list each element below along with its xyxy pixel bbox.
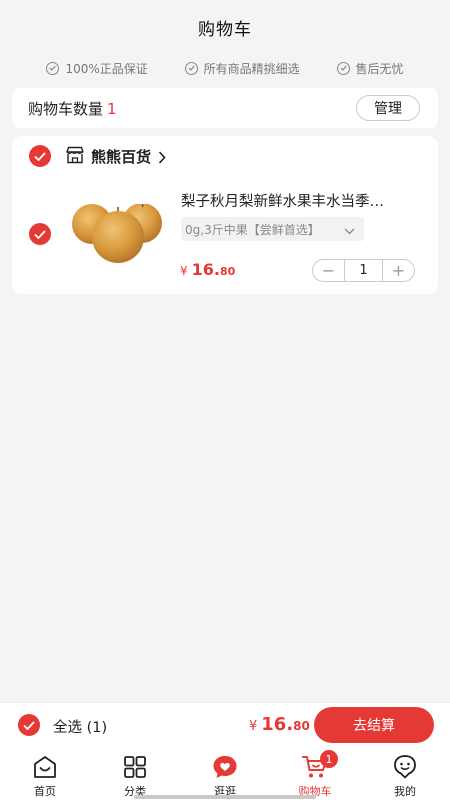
total-decimal: 80 xyxy=(293,719,310,733)
profile-icon xyxy=(391,754,419,780)
home-icon xyxy=(31,754,59,780)
checkout-button[interactable]: 去结算 xyxy=(314,707,434,743)
tab-label: 我的 xyxy=(394,785,416,798)
cart-count-bar: 购物车数量 1 管理 xyxy=(12,88,438,128)
chevron-right-icon[interactable] xyxy=(158,149,166,168)
guarantee-label: 所有商品精挑细选 xyxy=(203,61,300,76)
guarantee-strip: 100%正品保证 所有商品精挑细选 售后无忧 xyxy=(0,56,450,80)
category-grid-icon xyxy=(121,754,149,780)
guarantee-label: 售后无忧 xyxy=(355,61,404,76)
tab-home[interactable]: 首页 xyxy=(0,746,90,800)
page-title: 购物车 xyxy=(198,19,252,40)
guarantee-item-authentic: 100%正品保证 xyxy=(46,60,148,77)
total-integer: 16. xyxy=(261,714,294,735)
item-price: ¥16. 80 xyxy=(180,260,235,279)
cart-count-label-wrap: 购物车数量 1 xyxy=(28,98,117,119)
tab-label: 首页 xyxy=(34,785,56,798)
cart-count-value: 1 xyxy=(107,99,117,118)
checkout-bar: 全选 (1) ¥16. 80 去结算 xyxy=(0,702,450,746)
check-circle-icon xyxy=(46,61,60,75)
check-circle-icon xyxy=(184,61,198,75)
store-row: 熊熊百货 xyxy=(12,136,438,176)
product-title[interactable]: 梨子秋月梨新鲜水果丰水当季… xyxy=(181,190,417,211)
total-price: ¥16. 80 xyxy=(249,714,310,735)
tab-cart[interactable]: 1 购物车 xyxy=(270,746,360,800)
total-currency: ¥ xyxy=(249,719,258,734)
quantity-stepper: − 1 + xyxy=(312,259,415,282)
variant-text: 0g,3斤中果【尝鲜首选】 xyxy=(185,222,320,237)
price-currency: ¥ xyxy=(180,264,188,278)
quantity-value[interactable]: 1 xyxy=(344,260,383,281)
guarantee-label: 100%正品保证 xyxy=(65,61,148,76)
guarantee-item-aftersale: 售后无忧 xyxy=(336,60,404,77)
select-all-checkbox[interactable] xyxy=(18,714,40,736)
tab-category[interactable]: 分类 xyxy=(90,746,180,800)
heart-chat-icon xyxy=(211,754,239,780)
cart-count-label: 购物车数量 xyxy=(28,99,104,118)
tab-profile[interactable]: 我的 xyxy=(360,746,450,800)
variant-selector[interactable]: 0g,3斤中果【尝鲜首选】 xyxy=(181,217,364,241)
increase-button[interactable]: + xyxy=(383,260,414,281)
guarantee-item-selected: 所有商品精挑细选 xyxy=(184,60,300,77)
price-decimal: 80 xyxy=(219,265,236,278)
select-all-label[interactable]: 全选 (1) xyxy=(53,716,107,737)
product-image[interactable] xyxy=(62,204,172,264)
cart-badge: 1 xyxy=(320,750,338,768)
store-card: 熊熊百货 梨子秋月梨新鲜水果丰水当季… 0g,3斤中果【尝鲜首选】 ¥16. 80 xyxy=(12,136,438,294)
home-indicator xyxy=(134,795,316,799)
chevron-down-icon xyxy=(344,224,355,238)
tab-discover[interactable]: 逛逛 xyxy=(180,746,270,800)
price-integer: 16. xyxy=(191,260,220,279)
bottom-tab-bar: 首页 分类 逛逛 1 购物车 我的 xyxy=(0,746,450,800)
store-select-checkbox[interactable] xyxy=(29,145,51,167)
store-icon xyxy=(65,146,85,168)
page-header: 购物车 xyxy=(0,0,450,50)
item-select-checkbox[interactable] xyxy=(29,223,51,245)
manage-button[interactable]: 管理 xyxy=(356,95,420,121)
check-circle-icon xyxy=(336,61,350,75)
decrease-button[interactable]: − xyxy=(313,260,344,281)
store-name[interactable]: 熊熊百货 xyxy=(91,146,151,167)
